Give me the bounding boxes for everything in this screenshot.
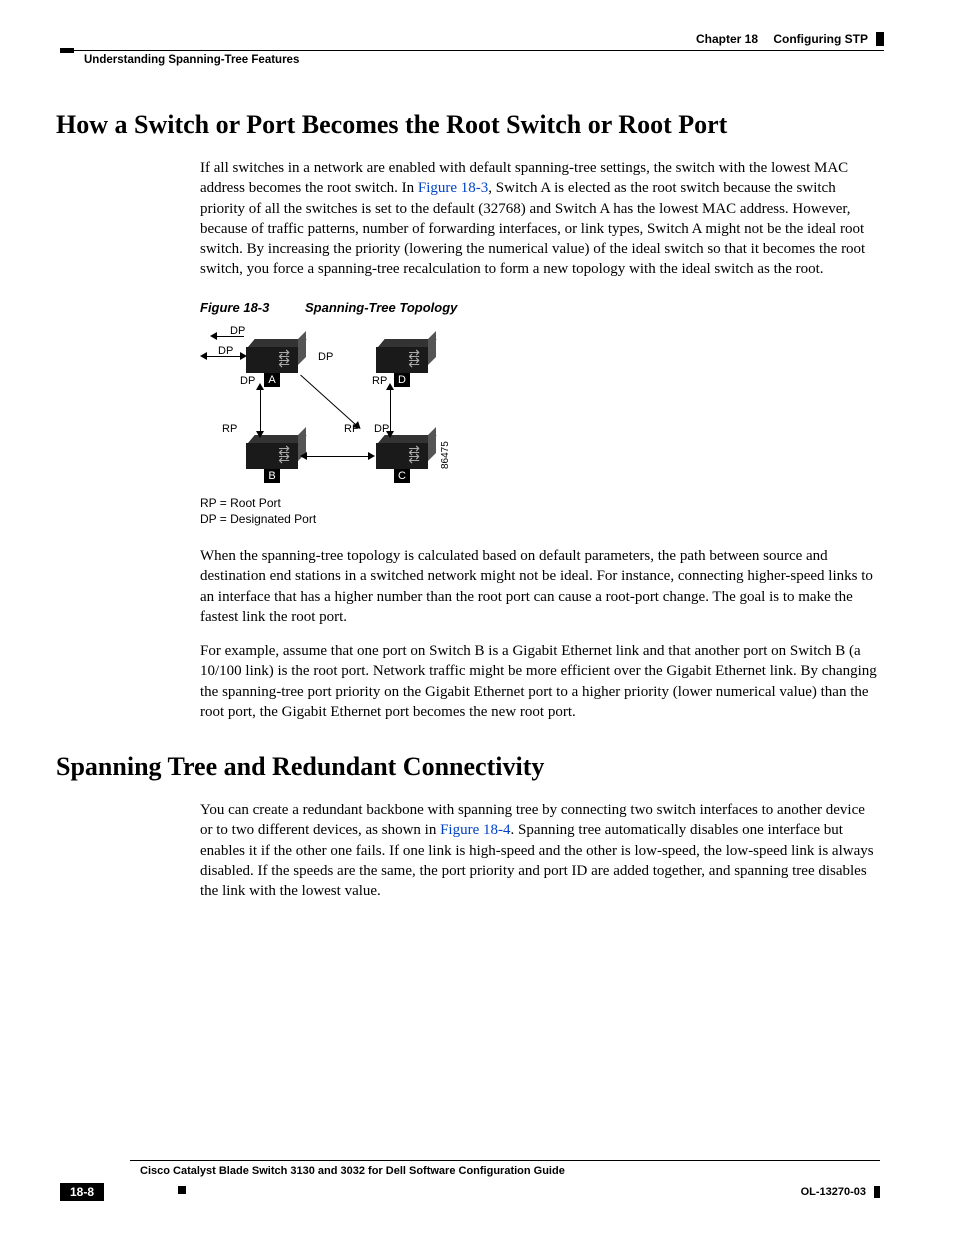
switch-a-label: A	[264, 373, 280, 387]
running-footer: Cisco Catalyst Blade Switch 3130 and 303…	[60, 1160, 880, 1201]
chapter-label: Chapter 18	[696, 32, 758, 46]
link-line	[206, 356, 242, 357]
switch-b-label: B	[264, 469, 280, 483]
port-label: RP	[372, 375, 387, 387]
port-label: RP	[222, 423, 237, 435]
book-title: Cisco Catalyst Blade Switch 3130 and 303…	[140, 1165, 880, 1177]
paragraph: When the spanning-tree topology is calcu…	[200, 546, 878, 627]
header-right: Chapter 18 Configuring STP	[696, 32, 884, 46]
legend-row: RP = Root Port	[200, 495, 878, 512]
running-header: Chapter 18 Configuring STP Understanding…	[70, 32, 884, 62]
paragraph: For example, assume that one port on Swi…	[200, 641, 878, 722]
arrowhead-icon	[200, 352, 207, 360]
arrowhead-icon	[300, 452, 307, 460]
port-label: DP	[318, 351, 333, 363]
footer-rule	[130, 1160, 880, 1161]
switch-a-icon: ⇄⇄	[246, 347, 298, 373]
paragraph: If all switches in a network are enabled…	[200, 158, 878, 280]
arrowhead-icon	[256, 431, 264, 438]
switch-c-label: C	[394, 469, 410, 483]
link-line	[300, 374, 357, 426]
switch-d-icon: ⇄⇄	[376, 347, 428, 373]
switch-c-icon: ⇄⇄	[376, 443, 428, 469]
chapter-title: Configuring STP	[773, 32, 868, 46]
arrowhead-icon	[240, 352, 247, 360]
paragraph: You can create a redundant backbone with…	[200, 800, 878, 901]
figure-link[interactable]: Figure 18-4	[440, 822, 510, 838]
switch-arrows-icon: ⇄⇄	[392, 350, 428, 370]
figure-caption: Figure 18-3 Spanning-Tree Topology	[200, 300, 878, 315]
arrowhead-icon	[386, 431, 394, 438]
header-block-icon	[60, 48, 74, 53]
switch-arrows-icon: ⇄⇄	[262, 350, 298, 370]
page-content: How a Switch or Port Becomes the Root Sw…	[56, 110, 878, 915]
figure-legend: RP = Root Port DP = Designated Port	[200, 495, 878, 529]
legend-row: DP = Designated Port	[200, 511, 878, 528]
arrowhead-icon	[210, 332, 217, 340]
switch-arrows-icon: ⇄⇄	[392, 446, 428, 466]
link-line	[260, 387, 261, 435]
switch-b-icon: ⇄⇄	[246, 443, 298, 469]
page-number: 18-8	[60, 1183, 104, 1201]
figure-title: Spanning-Tree Topology	[305, 300, 457, 315]
link-line	[304, 456, 370, 457]
switch-d-label: D	[394, 373, 410, 387]
switch-arrows-icon: ⇄⇄	[262, 446, 298, 466]
heading-root-switch: How a Switch or Port Becomes the Root Sw…	[56, 110, 878, 140]
header-rule	[70, 50, 884, 51]
body-block-1: If all switches in a network are enabled…	[200, 158, 878, 722]
doc-id: OL-13270-03	[801, 1186, 880, 1198]
port-label: DP	[240, 375, 255, 387]
heading-redundant: Spanning Tree and Redundant Connectivity	[56, 752, 878, 782]
figure-link[interactable]: Figure 18-3	[418, 180, 488, 196]
link-line	[390, 387, 391, 435]
link-line	[216, 336, 244, 337]
topology-diagram: ⇄⇄ A ⇄⇄ D ⇄⇄ B ⇄⇄ C DP DP DP DP RP	[200, 323, 460, 483]
arrowhead-icon	[256, 383, 264, 390]
section-title: Understanding Spanning-Tree Features	[84, 54, 299, 66]
arrowhead-icon	[368, 452, 375, 460]
figure-number: Figure 18-3	[200, 300, 269, 315]
body-block-2: You can create a redundant backbone with…	[200, 800, 878, 901]
figure-id: 86475	[440, 441, 451, 469]
arrowhead-icon	[386, 383, 394, 390]
